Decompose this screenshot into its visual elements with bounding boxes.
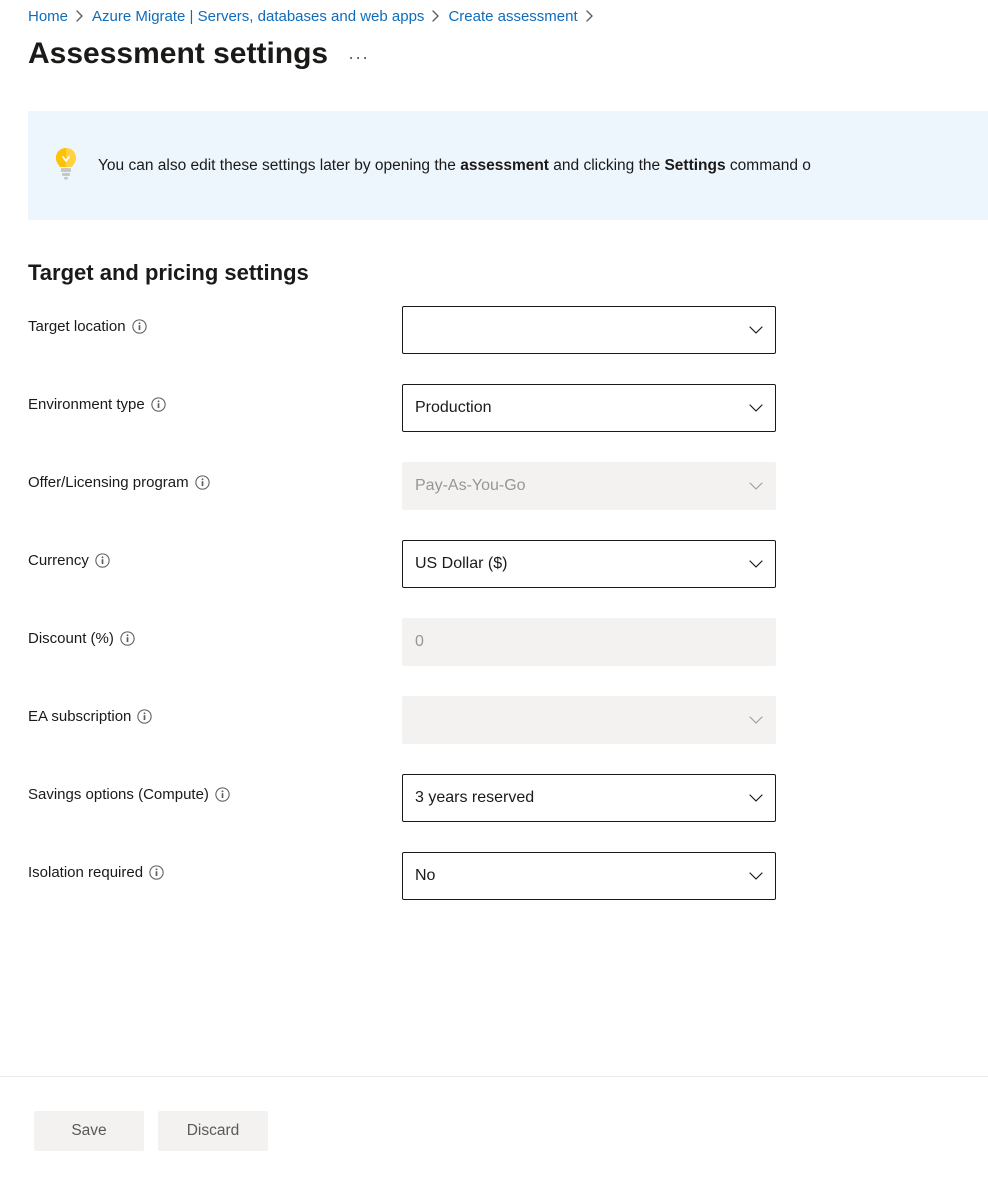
chevron-down-icon [749,794,763,803]
field-currency: Currency US Dollar ($) [0,540,988,588]
input-discount: 0 [402,618,776,666]
chevron-down-icon [749,716,763,725]
chevron-down-icon [749,404,763,413]
input-value: 0 [415,633,424,651]
chevron-down-icon [749,872,763,881]
select-isolation-required[interactable]: No [402,852,776,900]
info-icon[interactable] [132,319,147,334]
info-icon[interactable] [215,787,230,802]
chevron-right-icon [76,9,84,25]
select-value: US Dollar ($) [415,555,507,573]
field-savings-options: Savings options (Compute) 3 years reserv… [0,774,988,822]
label-discount: Discount (%) [28,630,114,647]
info-banner: You can also edit these settings later b… [28,111,988,220]
select-value: Production [415,399,492,417]
breadcrumb-create-assessment[interactable]: Create assessment [448,8,577,25]
label-ea-subscription: EA subscription [28,708,131,725]
label-savings-options: Savings options (Compute) [28,786,209,803]
save-button[interactable]: Save [34,1111,144,1151]
select-offer-licensing: Pay-As-You-Go [402,462,776,510]
lightbulb-icon [54,147,78,184]
info-icon[interactable] [137,709,152,724]
footer-bar: Save Discard [0,1076,988,1183]
label-offer-licensing: Offer/Licensing program [28,474,189,491]
field-discount: Discount (%) 0 [0,618,988,666]
info-icon[interactable] [151,397,166,412]
info-icon[interactable] [95,553,110,568]
field-target-location: Target location [0,306,988,354]
section-heading-target-pricing: Target and pricing settings [28,260,988,286]
chevron-right-icon [432,9,440,25]
info-icon[interactable] [120,631,135,646]
select-value: 3 years reserved [415,789,534,807]
banner-text: You can also edit these settings later b… [98,157,811,175]
label-environment-type: Environment type [28,396,145,413]
select-savings-options[interactable]: 3 years reserved [402,774,776,822]
select-ea-subscription [402,696,776,744]
breadcrumb-home[interactable]: Home [28,8,68,25]
breadcrumb: Home Azure Migrate | Servers, databases … [0,0,988,29]
page-title: Assessment settings [28,37,328,71]
chevron-right-icon [586,9,594,25]
chevron-down-icon [749,482,763,491]
info-icon[interactable] [149,865,164,880]
more-actions-icon[interactable]: ··· [348,41,369,68]
breadcrumb-azure-migrate[interactable]: Azure Migrate | Servers, databases and w… [92,8,424,25]
label-currency: Currency [28,552,89,569]
discard-button[interactable]: Discard [158,1111,268,1151]
chevron-down-icon [749,560,763,569]
select-environment-type[interactable]: Production [402,384,776,432]
title-row: Assessment settings ··· [0,29,988,111]
chevron-down-icon [749,326,763,335]
label-target-location: Target location [28,318,126,335]
select-value: No [415,867,435,885]
field-environment-type: Environment type Production [0,384,988,432]
field-offer-licensing: Offer/Licensing program Pay-As-You-Go [0,462,988,510]
select-value: Pay-As-You-Go [415,477,526,495]
select-currency[interactable]: US Dollar ($) [402,540,776,588]
label-isolation-required: Isolation required [28,864,143,881]
field-ea-subscription: EA subscription [0,696,988,744]
select-target-location[interactable] [402,306,776,354]
field-isolation-required: Isolation required No [0,852,988,900]
info-icon[interactable] [195,475,210,490]
